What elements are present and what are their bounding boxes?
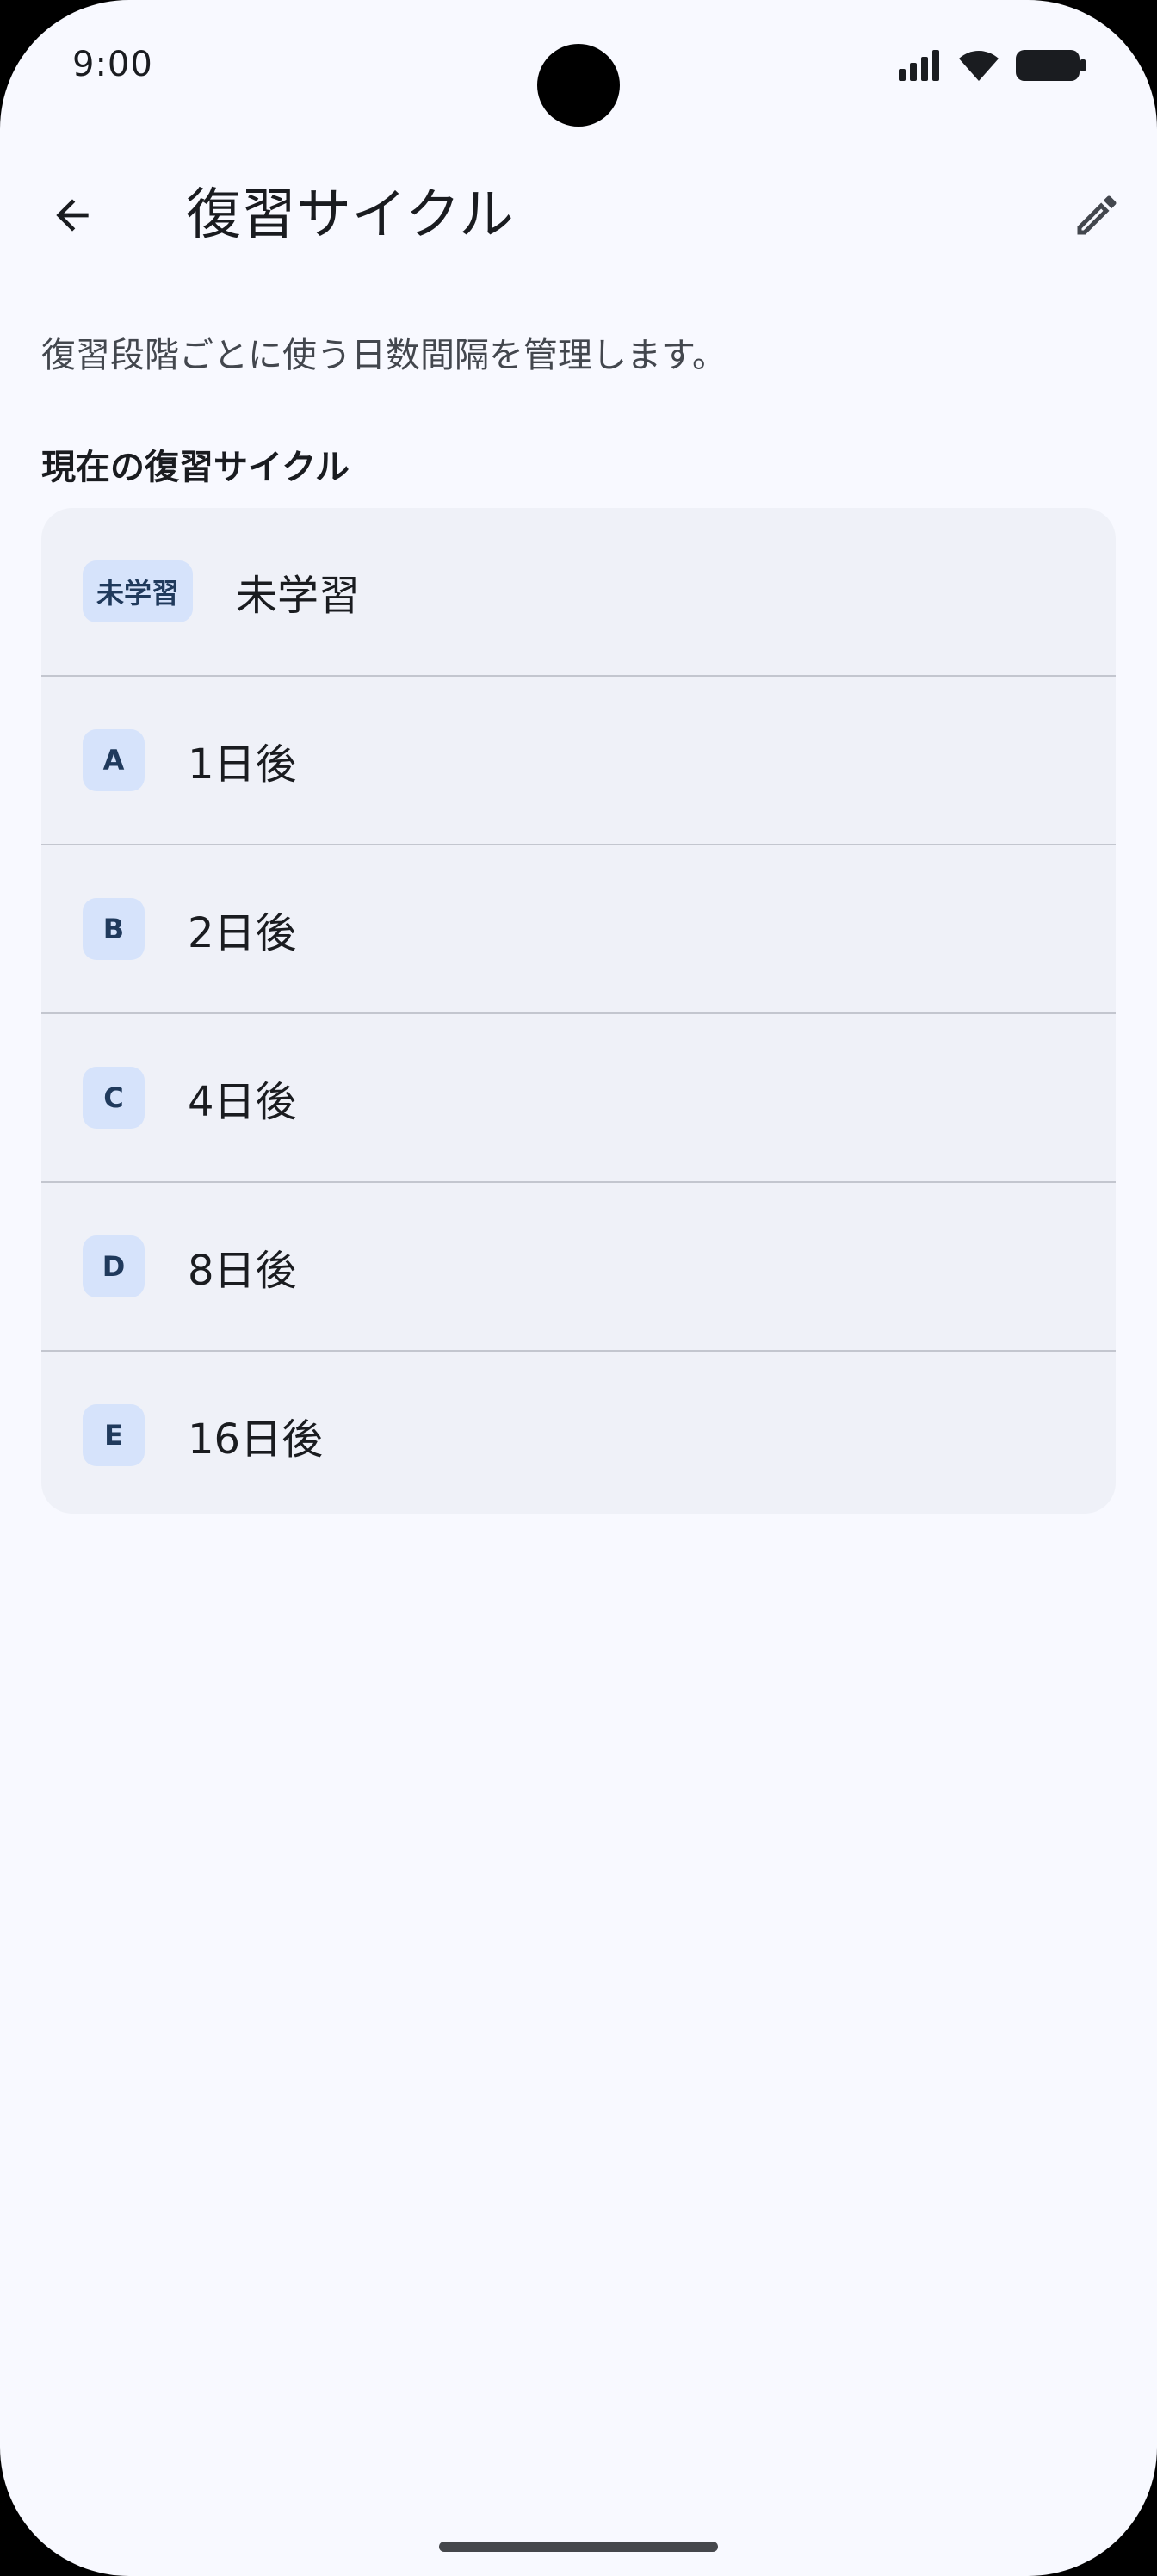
top-app-bar: 復習サイクル	[0, 164, 1157, 267]
stage-badge: C	[83, 1067, 145, 1129]
cycle-item-label: 16日後	[188, 1415, 324, 1464]
camera-cutout	[537, 44, 620, 127]
status-bar: 9:00	[0, 0, 1157, 129]
cycle-item-label: 未学習	[236, 572, 361, 620]
screen: 9:00 復習サイクル 復習段階ごとに使う日数間隔を管理します。 現在の復習サイ…	[0, 0, 1157, 2576]
cycle-item-e[interactable]: E 16日後	[41, 1352, 1116, 1514]
cycle-item-unlearned[interactable]: 未学習 未学習	[41, 508, 1116, 677]
arrow-left-icon	[56, 199, 89, 232]
pencil-icon	[1077, 195, 1117, 235]
signal-icon	[899, 50, 942, 84]
stage-badge: A	[83, 729, 145, 791]
stage-badge: B	[83, 898, 145, 960]
stage-badge: 未学習	[83, 560, 194, 622]
description-text: 復習段階ごとに使う日数間隔を管理します。	[41, 336, 727, 375]
stage-badge: D	[83, 1235, 145, 1297]
edit-button[interactable]	[1055, 174, 1138, 257]
status-time: 9:00	[72, 45, 153, 84]
status-icons	[899, 48, 1086, 86]
cycle-item-label: 1日後	[188, 740, 297, 789]
wifi-icon	[957, 48, 1000, 86]
cycle-item-b[interactable]: B 2日後	[41, 845, 1116, 1014]
review-cycle-list: 未学習 未学習 A 1日後 B 2日後 C 4日後 D 8日後 E 16日後	[41, 508, 1116, 1514]
cycle-item-label: 8日後	[188, 1247, 297, 1295]
cycle-item-a[interactable]: A 1日後	[41, 677, 1116, 845]
page-title: 復習サイクル	[186, 183, 514, 247]
section-title: 現在の復習サイクル	[41, 448, 350, 487]
cycle-item-label: 2日後	[188, 909, 297, 957]
cycle-item-c[interactable]: C 4日後	[41, 1014, 1116, 1183]
back-button[interactable]	[31, 174, 114, 257]
home-indicator[interactable]	[439, 2542, 718, 2552]
stage-badge: E	[83, 1404, 145, 1466]
cycle-item-d[interactable]: D 8日後	[41, 1183, 1116, 1352]
battery-icon	[1016, 48, 1086, 86]
cycle-item-label: 4日後	[188, 1078, 297, 1126]
